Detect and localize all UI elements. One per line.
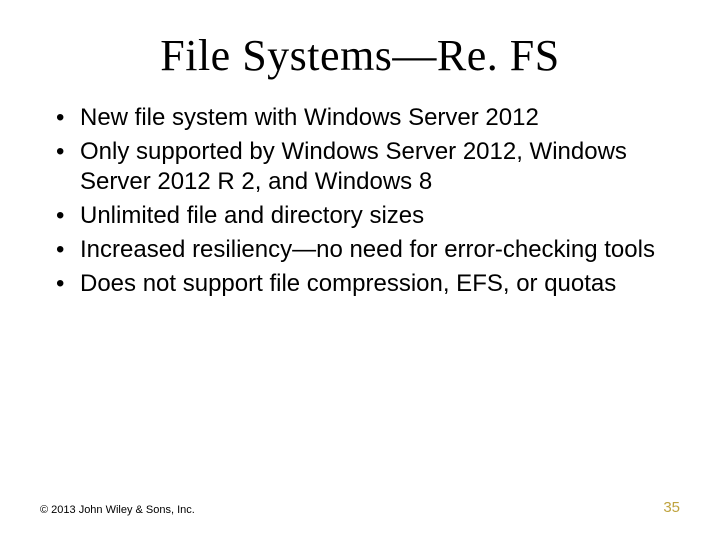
footer: © 2013 John Wiley & Sons, Inc. 35 [40, 499, 680, 516]
copyright-text: © 2013 John Wiley & Sons, Inc. [40, 504, 195, 516]
list-item: Increased resiliency—no need for error-c… [52, 235, 680, 265]
bullet-list: New file system with Windows Server 2012… [40, 103, 680, 299]
slide-title: File Systems—Re. FS [40, 30, 680, 81]
list-item: Only supported by Windows Server 2012, W… [52, 137, 680, 197]
list-item: Unlimited file and directory sizes [52, 201, 680, 231]
list-item: Does not support file compression, EFS, … [52, 269, 680, 299]
page-number: 35 [663, 499, 680, 516]
slide: File Systems—Re. FS New file system with… [0, 0, 720, 540]
list-item: New file system with Windows Server 2012 [52, 103, 680, 133]
